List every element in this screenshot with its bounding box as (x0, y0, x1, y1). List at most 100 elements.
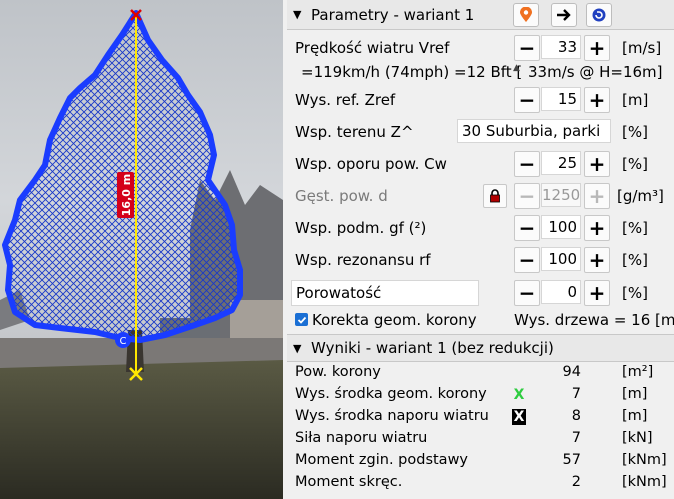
center-marker: C (120, 336, 127, 347)
porosity-input[interactable]: 0 (541, 280, 581, 304)
lock-icon (490, 189, 500, 203)
crown-correction-checkbox[interactable] (295, 313, 308, 326)
tree-photo-panel[interactable]: 16,0 m C (0, 0, 283, 499)
density-row: Gęst. pow. d − 1250 + [g/m³] (287, 181, 674, 211)
porosity-increase-button[interactable]: + (584, 280, 610, 306)
result-value: 94 (562, 364, 581, 380)
wind-speed-row: Prędkość wiatru Vref − 33 + [m/s] (287, 33, 674, 63)
wind-speed-unit: [m/s] (622, 39, 662, 57)
checkmark-icon (297, 316, 306, 324)
result-row: Pow. korony 94 [m²] (287, 362, 674, 384)
porosity-row: Porowatość − 0 + [%] (287, 278, 674, 308)
drag-unit: [%] (622, 155, 648, 173)
results-title: Wyniki - wariant 1 (bez redukcji) (311, 339, 554, 357)
result-value: 7 (571, 386, 581, 402)
porosity-unit: [%] (622, 284, 648, 302)
gust-label: Wsp. podm. gf (²) (295, 219, 427, 237)
resonance-unit: [%] (622, 251, 648, 269)
geom-center-marker-icon: X (513, 387, 525, 403)
density-lock-button[interactable] (483, 184, 507, 208)
drag-increase-button[interactable]: + (584, 151, 610, 177)
result-label: Siła naporu wiatru (295, 430, 428, 446)
terrain-unit: [%] (622, 123, 648, 141)
gust-row: Wsp. podm. gf (²) − 100 + [%] (287, 213, 674, 243)
terrain-select[interactable]: 30 Suburbia, parki (457, 119, 611, 143)
result-label: Wys. środka geom. korony (295, 386, 487, 402)
reset-icon (592, 8, 606, 22)
wind-speed-input[interactable]: 33 (541, 35, 581, 59)
gust-unit: [%] (622, 219, 648, 237)
wind-speed-label: Prędkość wiatru Vref (295, 39, 450, 57)
resonance-decrease-button[interactable]: − (514, 247, 540, 273)
porosity-field[interactable]: Porowatość (291, 280, 479, 306)
result-label: Moment zgin. podstawy (295, 452, 469, 468)
terrain-label: Wsp. terenu Z^ (295, 123, 414, 141)
results-header[interactable]: ▼ Wyniki - wariant 1 (bez redukcji) (287, 334, 674, 362)
result-label: Wys. środka naporu wiatru (295, 408, 489, 424)
crown-correction-row: Korekta geom. korony Wys. drzewa = 16 [m… (287, 308, 674, 332)
resonance-label: Wsp. rezonansu rf (295, 251, 431, 269)
density-input[interactable]: 1250 (541, 183, 581, 207)
drag-label: Wsp. oporu pow. Cw (295, 155, 447, 173)
result-label: Moment skręc. (295, 474, 403, 490)
result-value: 7 (571, 430, 581, 446)
arrow-right-icon (557, 9, 571, 21)
result-unit: [m] (622, 386, 648, 402)
result-row: Moment zgin. podstawy 57 [kNm] (287, 450, 674, 472)
result-unit: [kNm] (622, 452, 667, 468)
result-row: Wys. środka naporu wiatru X 8 [m] (287, 406, 674, 428)
gust-input[interactable]: 100 (541, 215, 581, 239)
location-pin-button[interactable] (513, 3, 539, 27)
result-row: Moment skręc. 2 [kNm] (287, 472, 674, 494)
parameters-panel: ▼ Parametry - wariant 1 Prędkość wiatru … (287, 0, 674, 499)
gust-increase-button[interactable]: + (584, 215, 610, 241)
crown-correction-label: Korekta geom. korony (312, 311, 477, 329)
tree-photo[interactable]: 16,0 m C (0, 0, 283, 499)
ref-height-input[interactable]: 15 (541, 87, 581, 111)
gust-decrease-button[interactable]: − (514, 215, 540, 241)
ref-height-unit: [m] (622, 91, 649, 109)
wind-speed-increase-button[interactable]: + (584, 35, 610, 61)
result-row: Siła naporu wiatru 7 [kN] (287, 428, 674, 450)
wind-info-tail: 33m/s @ H=16m] (528, 63, 663, 81)
tree-height-text: Wys. drzewa = 16 [m] (514, 311, 674, 329)
next-button[interactable] (551, 3, 577, 27)
results-collapse-chevron-icon[interactable]: ▼ (293, 342, 311, 355)
density-decrease-button[interactable]: − (514, 183, 540, 209)
height-label: 16,0 m (120, 174, 133, 216)
result-unit: [m²] (622, 364, 654, 380)
resonance-row: Wsp. rezonansu rf − 100 + [%] (287, 245, 674, 275)
drag-row: Wsp. oporu pow. Cw − 25 + [%] (287, 149, 674, 179)
result-unit: [kNm] (622, 474, 667, 490)
terrain-row: Wsp. terenu Z^ 30 Suburbia, parki [%] (287, 117, 674, 147)
params-header[interactable]: ▼ Parametry - wariant 1 (287, 0, 674, 30)
triangle-icon: ▲ (513, 63, 520, 73)
result-row: Wys. środka geom. korony X 7 [m] (287, 384, 674, 406)
wind-speed-decrease-button[interactable]: − (514, 35, 540, 61)
result-unit: [kN] (622, 430, 653, 446)
ref-height-increase-button[interactable]: + (584, 87, 610, 113)
location-pin-icon (520, 7, 532, 22)
result-value: 8 (571, 408, 581, 424)
result-value: 57 (562, 452, 581, 468)
density-label: Gęst. pow. d (295, 187, 388, 205)
drag-decrease-button[interactable]: − (514, 151, 540, 177)
collapse-chevron-icon[interactable]: ▼ (293, 8, 311, 21)
result-value: 2 (571, 474, 581, 490)
result-unit: [m] (622, 408, 648, 424)
result-label: Pow. korony (295, 364, 381, 380)
wind-info-text: =119km/h (74mph) =12 Bft [ (301, 63, 523, 81)
resonance-input[interactable]: 100 (541, 247, 581, 271)
porosity-decrease-button[interactable]: − (514, 280, 540, 306)
ref-height-decrease-button[interactable]: − (514, 87, 540, 113)
wind-info-row: =119km/h (74mph) =12 Bft [ ▲ 33m/s @ H=1… (287, 60, 674, 84)
wind-center-marker-icon: X (512, 409, 526, 425)
ref-height-row: Wys. ref. Zref − 15 + [m] (287, 85, 674, 115)
resonance-increase-button[interactable]: + (584, 247, 610, 273)
ref-height-label: Wys. ref. Zref (295, 91, 396, 109)
density-increase-button[interactable]: + (584, 183, 610, 209)
density-unit: [g/m³] (617, 187, 664, 205)
params-title: Parametry - wariant 1 (311, 5, 475, 24)
reset-button[interactable] (586, 3, 612, 27)
drag-input[interactable]: 25 (541, 151, 581, 175)
